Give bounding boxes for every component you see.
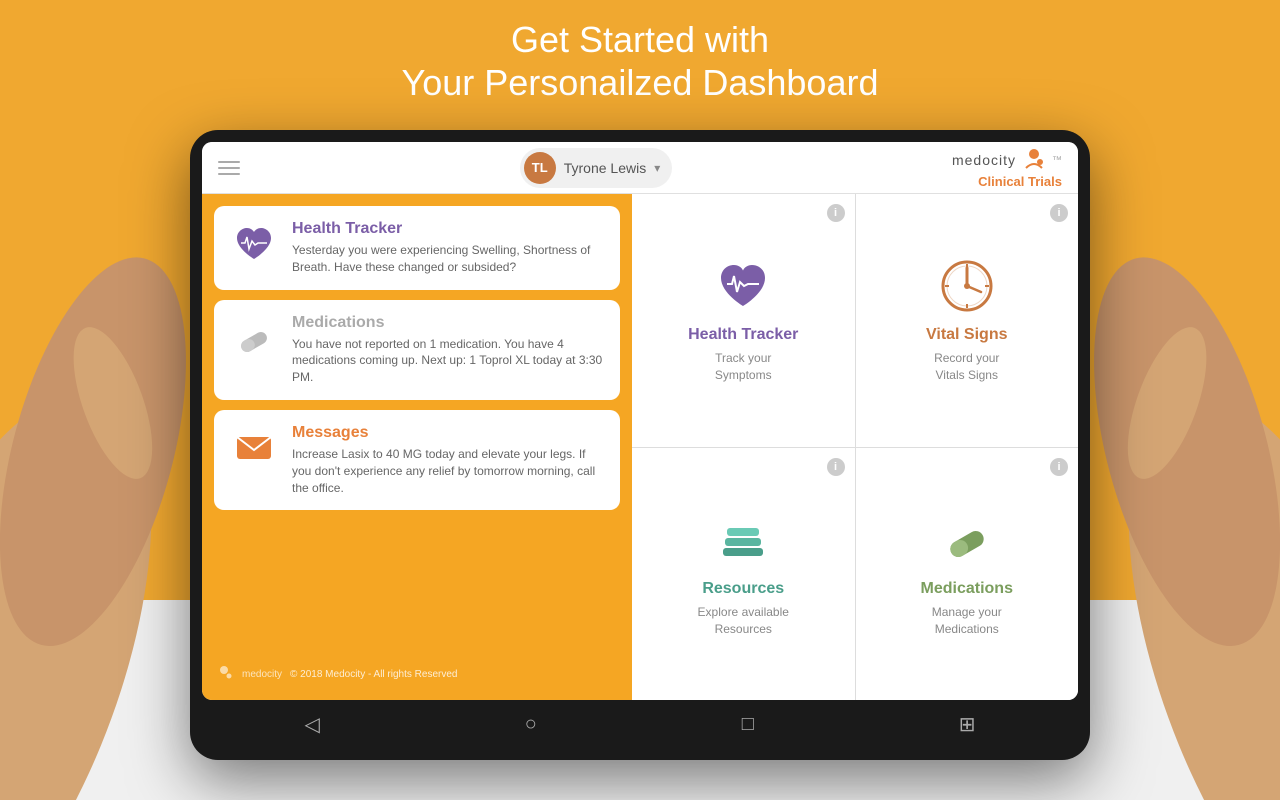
info-button-medications[interactable]: i [1050, 458, 1068, 476]
nav-recents-button[interactable]: □ [742, 713, 754, 736]
dashboard-health-subtitle: Track your Symptoms [715, 350, 772, 384]
messages-card[interactable]: Messages Increase Lasix to 40 MG today a… [214, 410, 620, 510]
dashboard-resources-icon [713, 510, 773, 570]
messages-icon [230, 424, 278, 472]
nav-home-button[interactable]: ○ [525, 713, 537, 736]
info-button-health[interactable]: i [827, 204, 845, 222]
medications-text: Medications You have not reported on 1 m… [292, 314, 604, 386]
footer-logo-icon [214, 664, 234, 684]
dashboard-vitals-subtitle: Record your Vitals Signs [934, 350, 999, 384]
dashboard-resources[interactable]: i Resources Explore available Resources [632, 448, 855, 701]
dashboard-vitals-icon [937, 256, 997, 316]
left-footer: medocity © 2018 Medocity - All rights Re… [214, 660, 620, 688]
health-tracker-text: Health Tracker Yesterday you were experi… [292, 220, 604, 276]
nav-bar: TL Tyrone Lewis ▾ medocity ™ Clinical Tr… [202, 142, 1078, 194]
left-hand [0, 100, 200, 800]
dashboard-resources-title: Resources [702, 580, 784, 598]
messages-body: Increase Lasix to 40 MG today and elevat… [292, 446, 604, 496]
health-tracker-body: Yesterday you were experiencing Swelling… [292, 242, 604, 276]
logo-text: medocity [952, 152, 1016, 168]
medications-body: You have not reported on 1 medication. Y… [292, 336, 604, 386]
user-selector[interactable]: TL Tyrone Lewis ▾ [520, 148, 673, 188]
header-line1: Get Started with [0, 18, 1280, 61]
medications-card[interactable]: Medications You have not reported on 1 m… [214, 300, 620, 400]
dashboard-health-icon [713, 256, 773, 316]
footer-copyright: © 2018 Medocity - All rights Reserved [290, 669, 457, 680]
nav-back-button[interactable]: ◁ [304, 712, 319, 737]
nav-grid-button[interactable]: ⊞ [959, 712, 976, 737]
header-line2: Your Personailzed Dashboard [0, 61, 1280, 104]
dashboard-medications-title: Medications [921, 580, 1013, 598]
info-button-resources[interactable]: i [827, 458, 845, 476]
avatar: TL [524, 152, 556, 184]
dashboard-medications-icon [937, 510, 997, 570]
hamburger-menu[interactable] [218, 161, 240, 175]
dashboard-medications-subtitle: Manage your Medications [932, 604, 1002, 638]
health-tracker-card[interactable]: Health Tracker Yesterday you were experi… [214, 206, 620, 290]
right-hand [1080, 100, 1280, 800]
dashboard-vitals-title: Vital Signs [926, 326, 1008, 344]
messages-title: Messages [292, 424, 604, 442]
messages-text: Messages Increase Lasix to 40 MG today a… [292, 424, 604, 496]
dashboard-vital-signs[interactable]: i [856, 194, 1079, 447]
info-button-vitals[interactable]: i [1050, 204, 1068, 222]
main-content: Health Tracker Yesterday you were experi… [202, 194, 1078, 700]
footer-logo-text: medocity [242, 669, 282, 680]
username-label: Tyrone Lewis [564, 160, 646, 176]
dashboard-health-tracker[interactable]: i Health Tracker Track your Symptoms [632, 194, 855, 447]
logo-subtitle: Clinical Trials [978, 174, 1062, 189]
dashboard-medications[interactable]: i Medications Manage your Medications [856, 448, 1079, 701]
medocity-icon [1020, 146, 1048, 174]
medications-icon [230, 314, 278, 362]
right-panel: i Health Tracker Track your Symptoms [632, 194, 1078, 700]
tablet-bottom-nav: ◁ ○ □ ⊞ [202, 700, 1078, 748]
health-tracker-icon [230, 220, 278, 268]
dashboard-resources-subtitle: Explore available Resources [698, 604, 789, 638]
health-tracker-title: Health Tracker [292, 220, 604, 238]
left-panel: Health Tracker Yesterday you were experi… [202, 194, 632, 700]
dashboard-health-title: Health Tracker [688, 326, 798, 344]
medications-title: Medications [292, 314, 604, 332]
logo-area: medocity ™ Clinical Trials [952, 146, 1062, 189]
tablet-screen: TL Tyrone Lewis ▾ medocity ™ Clinical Tr… [202, 142, 1078, 700]
chevron-down-icon: ▾ [654, 161, 660, 175]
